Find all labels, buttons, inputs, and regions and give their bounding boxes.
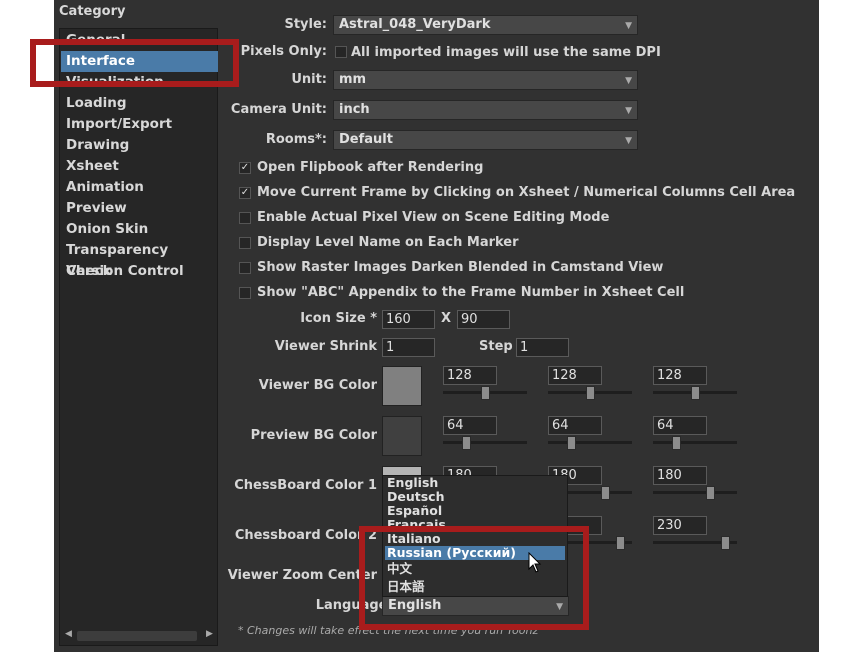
viewer-bg-color-label: Viewer BG Color (258, 378, 377, 393)
chevron-down-icon: ▼ (625, 106, 632, 116)
viewer-bg-g-field[interactable]: 128 (548, 366, 602, 385)
preview-bg-g-slider[interactable] (548, 441, 632, 444)
preview-bg-b-slider-handle[interactable] (671, 436, 681, 450)
category-item-import-export[interactable]: Import/Export (66, 114, 172, 135)
icon-width-field[interactable]: 160 (382, 310, 435, 329)
darken-blended-label: Show Raster Images Darken Blended in Cam… (257, 260, 664, 275)
step-label: Step (479, 339, 513, 354)
preview-bg-g-field[interactable]: 64 (548, 416, 602, 435)
language-option-english[interactable]: English (385, 476, 565, 490)
unit-value: mm (339, 72, 367, 87)
category-list: General Interface Visualization Loading … (59, 28, 218, 646)
actual-pixel-view-checkbox[interactable] (239, 212, 251, 224)
unit-label: Unit: (291, 72, 327, 87)
viewer-zoom-center-label: Viewer Zoom Center (227, 568, 377, 583)
darken-blended-checkbox[interactable] (239, 262, 251, 274)
viewer-shrink-label: Viewer Shrink (274, 339, 377, 354)
annotation-box-interface (30, 39, 239, 87)
icon-size-x-label: X (441, 311, 452, 326)
icon-size-label: Icon Size * (300, 311, 377, 326)
unit-combo[interactable]: mm ▼ (333, 70, 638, 90)
icon-height-field[interactable]: 90 (457, 310, 510, 329)
viewer-bg-b-field[interactable]: 128 (653, 366, 707, 385)
display-level-name-checkbox[interactable] (239, 237, 251, 249)
preview-bg-color-swatch[interactable] (382, 416, 422, 456)
rooms-value: Default (339, 132, 393, 147)
chevron-down-icon: ▼ (625, 76, 632, 86)
preview-bg-b-field[interactable]: 64 (653, 416, 707, 435)
chessboard-1-g-slider-handle[interactable] (600, 486, 610, 500)
category-item-transparency-check[interactable]: Transparency Check (66, 240, 217, 279)
chessboard-1-b-slider-handle[interactable] (705, 486, 715, 500)
actual-pixel-view-label: Enable Actual Pixel View on Scene Editin… (257, 210, 610, 225)
category-item-preview[interactable]: Preview (66, 198, 127, 219)
open-flipbook-checkbox[interactable]: ✓ (239, 162, 251, 174)
chessboard-2-g-slider-handle[interactable] (615, 536, 625, 550)
style-combo[interactable]: Astral_048_VeryDark ▼ (333, 15, 638, 35)
mouse-cursor-icon (528, 552, 542, 573)
chessboard-1-b-field[interactable]: 180 (653, 466, 707, 485)
camera-unit-value: inch (339, 102, 370, 117)
chevron-down-icon: ▼ (625, 21, 632, 31)
category-item-drawing[interactable]: Drawing (66, 135, 129, 156)
chessboard-2-color-label: Chessboard Color 2 (234, 528, 377, 543)
chessboard-2-b-field[interactable]: 230 (653, 516, 707, 535)
preview-bg-r-slider-handle[interactable] (461, 436, 471, 450)
viewer-bg-b-slider-handle[interactable] (690, 386, 700, 400)
annotation-box-language (359, 526, 589, 630)
rooms-combo[interactable]: Default ▼ (333, 130, 638, 150)
preview-bg-color-label: Preview BG Color (250, 428, 377, 443)
move-current-frame-label: Move Current Frame by Clicking on Xsheet… (257, 185, 796, 200)
language-option-deutsch[interactable]: Deutsch (385, 490, 565, 504)
pixels-only-text: All imported images will use the same DP… (351, 45, 661, 60)
category-item-animation[interactable]: Animation (66, 177, 144, 198)
rooms-label: Rooms*: (265, 132, 327, 147)
language-option-espanol[interactable]: Español (385, 504, 565, 518)
pixels-only-checkbox[interactable] (335, 46, 347, 58)
category-item-version-control[interactable]: Version Control (66, 261, 184, 282)
viewer-shrink-field[interactable]: 1 (382, 338, 435, 357)
display-level-name-label: Display Level Name on Each Marker (257, 235, 519, 250)
style-label: Style: (284, 17, 327, 32)
preview-bg-r-slider[interactable] (443, 441, 527, 444)
scroll-right-icon[interactable]: ▶ (206, 629, 213, 639)
chessboard-2-b-slider-handle[interactable] (720, 536, 730, 550)
abc-appendix-label: Show "ABC" Appendix to the Frame Number … (257, 285, 685, 300)
horizontal-scrollbar[interactable]: ◀ ▶ (60, 627, 217, 645)
category-item-loading[interactable]: Loading (66, 93, 127, 114)
pixels-only-label: Pixels Only: (240, 44, 327, 59)
category-title: Category (59, 4, 126, 19)
move-current-frame-checkbox[interactable]: ✓ (239, 187, 251, 199)
scrollbar-thumb[interactable] (77, 631, 197, 641)
preview-bg-r-field[interactable]: 64 (443, 416, 497, 435)
category-item-xsheet[interactable]: Xsheet (66, 156, 119, 177)
style-value: Astral_048_VeryDark (339, 17, 491, 32)
viewer-bg-r-field[interactable]: 128 (443, 366, 497, 385)
viewer-bg-color-swatch[interactable] (382, 366, 422, 406)
camera-unit-combo[interactable]: inch ▼ (333, 100, 638, 120)
viewer-bg-g-slider-handle[interactable] (585, 386, 595, 400)
open-flipbook-label: Open Flipbook after Rendering (257, 160, 484, 175)
category-item-onion-skin[interactable]: Onion Skin (66, 219, 148, 240)
camera-unit-label: Camera Unit: (230, 102, 327, 117)
preview-bg-g-slider-handle[interactable] (566, 436, 576, 450)
preview-bg-b-slider[interactable] (653, 441, 737, 444)
viewer-bg-r-slider-handle[interactable] (480, 386, 490, 400)
chevron-down-icon: ▼ (625, 136, 632, 146)
step-field[interactable]: 1 (516, 338, 569, 357)
abc-appendix-checkbox[interactable] (239, 287, 251, 299)
chessboard-1-b-slider[interactable] (653, 491, 737, 494)
scroll-left-icon[interactable]: ◀ (65, 629, 72, 639)
chessboard-1-color-label: ChessBoard Color 1 (234, 478, 377, 493)
